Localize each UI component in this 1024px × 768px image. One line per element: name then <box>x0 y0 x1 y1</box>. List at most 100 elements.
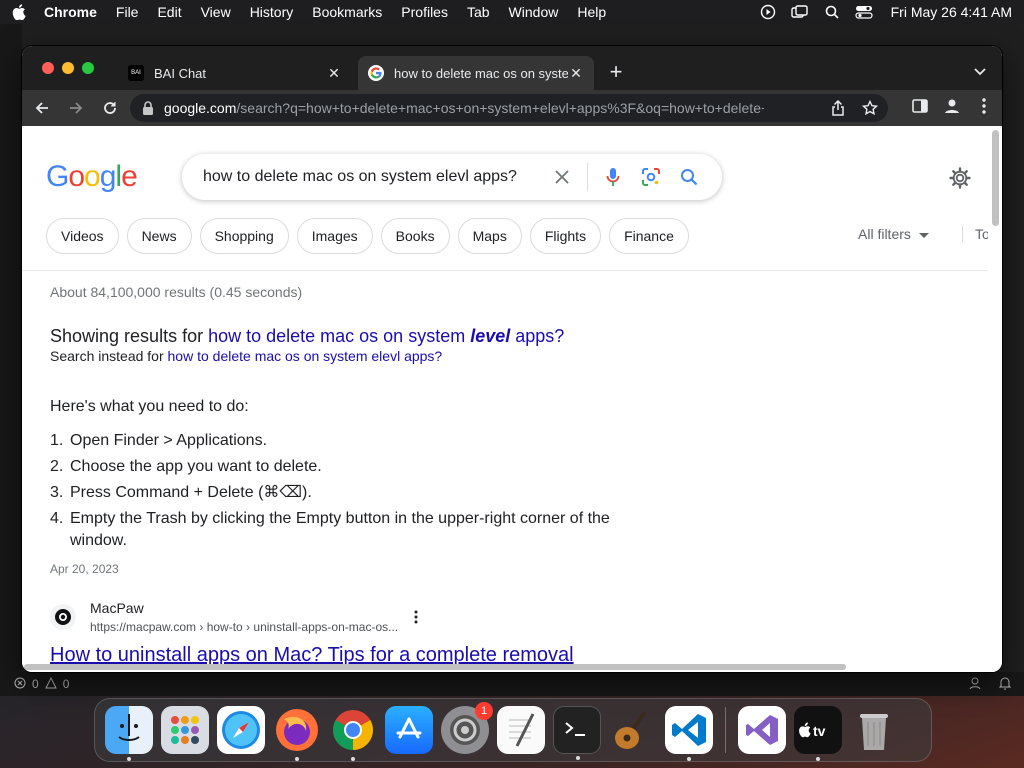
close-window-button[interactable] <box>42 62 54 74</box>
reload-button[interactable] <box>96 94 124 122</box>
all-filters-button[interactable]: All filters <box>858 226 929 242</box>
apple-icon[interactable] <box>12 4 26 20</box>
running-indicator <box>351 757 355 761</box>
close-tab-icon[interactable]: ✕ <box>326 65 342 81</box>
chip-news[interactable]: News <box>126 218 192 254</box>
menu-help[interactable]: Help <box>577 4 606 20</box>
menu-history[interactable]: History <box>250 4 294 20</box>
tab-title: how to delete mac os on syster <box>394 65 568 81</box>
spelling-correction: Showing results for how to delete mac os… <box>50 326 564 347</box>
menubar-clock[interactable]: Fri May 26 4:41 AM <box>891 4 1012 20</box>
vertical-scrollbar[interactable] <box>988 126 1002 672</box>
settings-gear-icon[interactable] <box>946 164 974 192</box>
chip-flights[interactable]: Flights <box>529 218 602 254</box>
account-icon[interactable] <box>968 676 982 693</box>
launchpad-icon[interactable] <box>161 706 209 754</box>
trash-icon[interactable] <box>850 706 898 754</box>
step-text: Open Finder > Applications. <box>70 432 268 449</box>
menu-tab[interactable]: Tab <box>467 4 490 20</box>
terminal-icon[interactable] <box>553 706 601 760</box>
menu-edit[interactable]: Edit <box>157 4 181 20</box>
textedit-icon[interactable] <box>497 706 545 754</box>
chip-finance[interactable]: Finance <box>609 218 689 254</box>
screen-mirror-icon[interactable] <box>790 5 809 19</box>
tab-bai-chat[interactable]: BAI BAI Chat ✕ <box>118 56 352 90</box>
lock-icon[interactable] <box>142 101 154 115</box>
chip-shopping[interactable]: Shopping <box>199 218 289 254</box>
visual-studio-icon[interactable] <box>738 706 786 754</box>
menu-profiles[interactable]: Profiles <box>401 4 448 20</box>
showing-prefix: Showing results for <box>50 326 209 346</box>
warning-count[interactable]: 0 <box>63 677 70 691</box>
menu-file[interactable]: File <box>116 4 139 20</box>
chip-images[interactable]: Images <box>296 218 373 254</box>
address-bar[interactable]: google.com/search?q=how+to+delete+mac+os… <box>130 94 888 122</box>
menu-bookmarks[interactable]: Bookmarks <box>312 4 382 20</box>
tab-search-chevron-icon[interactable] <box>968 60 992 84</box>
chip-videos[interactable]: Videos <box>46 218 119 254</box>
error-count[interactable]: 0 <box>32 677 39 691</box>
logo-letter: g <box>99 160 117 193</box>
forward-button[interactable] <box>62 94 90 122</box>
close-tab-icon[interactable]: ✕ <box>568 65 584 81</box>
new-tab-button[interactable]: + <box>604 59 628 84</box>
visual-studio-code-icon[interactable] <box>665 706 713 761</box>
source-name: MacPaw <box>90 600 144 616</box>
tools-button[interactable]: Tools <box>962 226 988 242</box>
tab-google-search[interactable]: how to delete mac os on syster ✕ <box>358 56 594 90</box>
app-store-icon[interactable] <box>385 706 433 754</box>
safari-icon[interactable] <box>217 706 265 754</box>
spotlight-search-icon[interactable] <box>823 5 841 19</box>
notification-badge: 1 <box>475 702 493 720</box>
original-query-link[interactable]: how to delete mac os on system elevl app… <box>168 348 443 364</box>
system-settings-icon[interactable]: 1 <box>441 702 493 754</box>
chip-maps[interactable]: Maps <box>457 218 522 254</box>
voice-search-mic-icon[interactable] <box>594 165 632 189</box>
share-icon[interactable] <box>828 98 848 118</box>
searchbox-divider <box>587 163 588 191</box>
result-source[interactable]: MacPaw https://macpaw.com › how-to › uni… <box>50 600 424 634</box>
back-button[interactable] <box>28 94 56 122</box>
search-input[interactable]: how to delete mac os on system elevl app… <box>203 168 543 186</box>
window-controls <box>42 62 94 74</box>
google-results-page: Google how to delete mac os on system el… <box>22 126 988 672</box>
step-text: Press Command + Delete (⌘⌫). <box>70 484 312 501</box>
step-text: Choose the app you want to delete. <box>70 458 322 475</box>
vertical-scroll-thumb[interactable] <box>992 130 999 226</box>
menu-window[interactable]: Window <box>509 4 559 20</box>
play-icon[interactable] <box>759 4 777 20</box>
apple-tv-icon[interactable]: tv <box>794 706 842 761</box>
profile-avatar-icon[interactable] <box>940 94 964 118</box>
firefox-icon[interactable] <box>273 706 321 761</box>
chrome-menu-kebab-icon[interactable] <box>972 94 996 118</box>
horizontal-scroll-thumb[interactable] <box>24 664 846 670</box>
chrome-icon[interactable] <box>329 706 377 761</box>
more-options-kebab-icon[interactable] <box>408 607 424 627</box>
dock-separator <box>725 707 726 753</box>
google-lens-icon[interactable] <box>632 165 670 189</box>
search-submit-icon[interactable] <box>670 165 708 189</box>
search-box[interactable]: how to delete mac os on system elevl app… <box>182 154 722 200</box>
chip-books[interactable]: Books <box>380 218 450 254</box>
minimize-window-button[interactable] <box>62 62 74 74</box>
google-favicon-icon <box>368 65 384 81</box>
side-panel-icon[interactable] <box>908 94 932 118</box>
search-filter-chips: Videos News Shopping Images Books Maps F… <box>46 218 689 254</box>
finder-icon[interactable] <box>105 706 153 761</box>
logo-letter: o <box>68 160 85 193</box>
running-indicator <box>816 757 820 761</box>
zoom-window-button[interactable] <box>82 62 94 74</box>
garageband-icon[interactable] <box>609 706 657 754</box>
google-logo[interactable]: Google <box>46 160 138 194</box>
notifications-bell-icon[interactable] <box>998 676 1012 693</box>
logo-letter: G <box>46 160 69 193</box>
control-center-icon[interactable] <box>855 5 873 19</box>
clear-search-icon[interactable] <box>543 165 581 189</box>
horizontal-scrollbar[interactable] <box>22 662 988 672</box>
step-number: 3. <box>50 484 64 501</box>
menu-chrome[interactable]: Chrome <box>44 4 97 20</box>
corrected-query-link[interactable]: how to delete mac os on system level app… <box>208 326 564 346</box>
all-filters-label: All filters <box>858 226 911 242</box>
bookmark-star-icon[interactable] <box>860 98 880 118</box>
menu-view[interactable]: View <box>201 4 231 20</box>
